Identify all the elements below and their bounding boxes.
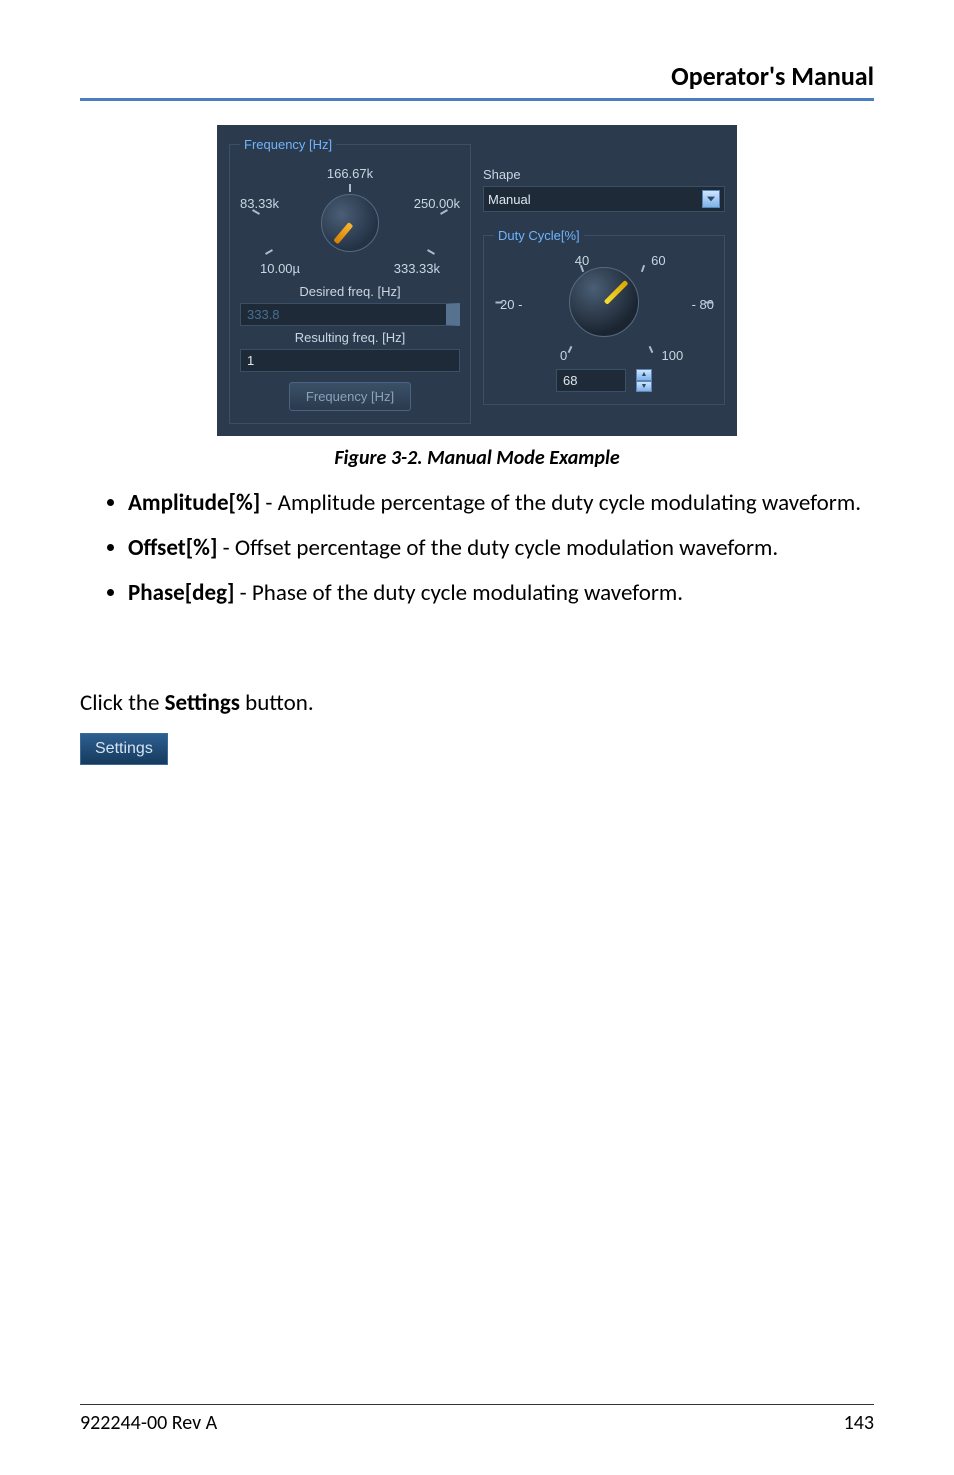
gauge-tick-60: 60 (651, 253, 665, 268)
figure-left-column: Frequency [Hz] 166.67k 83.33k 250.00k 10… (229, 137, 471, 424)
duty-cycle-legend: Duty Cycle[%] (494, 228, 584, 243)
dial-mark-icon (427, 249, 435, 255)
gauge-mark-icon (706, 302, 713, 304)
dial-tick-bottom-left: 10.00µ (260, 261, 300, 276)
frequency-dial-area: 166.67k 83.33k 250.00k 10.00µ 333.33k (240, 166, 460, 276)
dial-tick-left: 83.33k (240, 196, 279, 211)
gauge-mark-icon (567, 346, 572, 353)
settings-paragraph: Click the Settings button. (80, 689, 874, 717)
gauge-tick-20: 20 - (500, 297, 522, 312)
list-desc: - Amplitude percentage of the duty cycle… (260, 489, 861, 517)
settings-word: Settings (165, 689, 240, 717)
list-desc: - Phase of the duty cycle modulating wav… (234, 579, 683, 607)
frequency-dial[interactable] (321, 194, 379, 252)
page-header: Operator's Manual (80, 60, 874, 92)
figure-panel: Frequency [Hz] 166.67k 83.33k 250.00k 10… (217, 125, 737, 436)
frequency-button[interactable]: Frequency [Hz] (289, 382, 411, 411)
page-footer: 922244-00 Rev A 143 (80, 1404, 874, 1435)
duty-value-spinner[interactable]: ▲ ▼ (636, 369, 652, 392)
header-rule (80, 98, 874, 101)
footer-page-number: 143 (844, 1411, 874, 1435)
dial-tick-right: 250.00k (414, 196, 460, 211)
figure-right-column: Shape Manual Duty Cycle[%] 40 60 20 - - … (483, 137, 725, 424)
resulting-freq-input[interactable]: 1 (240, 349, 460, 372)
dial-mark-icon (349, 184, 351, 192)
gauge-tick-100: 100 (662, 348, 684, 363)
gauge-mark-icon (649, 346, 654, 353)
frequency-legend: Frequency [Hz] (240, 137, 336, 152)
resulting-freq-label: Resulting freq. [Hz] (240, 330, 460, 345)
duty-cycle-gauge[interactable] (569, 267, 639, 337)
shape-select[interactable]: Manual (483, 186, 725, 212)
desired-freq-label: Desired freq. [Hz] (240, 284, 460, 299)
duty-cycle-group: Duty Cycle[%] 40 60 20 - - 80 0 100 (483, 228, 725, 405)
figure-wrapper: Frequency [Hz] 166.67k 83.33k 250.00k 10… (80, 125, 874, 436)
desired-freq-input[interactable]: 333.8 (240, 303, 460, 326)
list-item: Amplitude[%] - Amplitude percentage of t… (128, 488, 874, 519)
duty-gauge-area: 40 60 20 - - 80 0 100 (494, 253, 714, 363)
figure-caption: Figure 3-2. Manual Mode Example (80, 446, 874, 470)
dial-mark-icon (265, 249, 273, 255)
footer-doc-id: 922244-00 Rev A (80, 1411, 217, 1435)
body-list: Amplitude[%] - Amplitude percentage of t… (80, 488, 874, 609)
dial-tick-bottom-right: 333.33k (394, 261, 440, 276)
duty-value-row: 68 ▲ ▼ (494, 369, 714, 392)
list-item: Offset[%] - Offset percentage of the dut… (128, 533, 874, 564)
gauge-tick-0: 0 (560, 348, 567, 363)
list-desc: - Offset percentage of the duty cycle mo… (217, 534, 778, 562)
list-term: Phase[deg] (128, 579, 234, 607)
gauge-mark-icon (496, 302, 503, 304)
shape-label: Shape (483, 167, 725, 182)
gauge-mark-icon (640, 265, 644, 272)
settings-suffix: button. (240, 689, 314, 717)
spinner-up-icon[interactable]: ▲ (636, 369, 652, 381)
duty-value-input[interactable]: 68 (556, 369, 626, 392)
settings-button[interactable]: Settings (80, 733, 168, 765)
list-item: Phase[deg] - Phase of the duty cycle mod… (128, 578, 874, 609)
list-term: Offset[%] (128, 534, 217, 562)
dial-tick-top: 166.67k (327, 166, 373, 181)
chevron-down-icon[interactable] (702, 190, 720, 208)
shape-select-value: Manual (488, 192, 531, 207)
frequency-group: Frequency [Hz] 166.67k 83.33k 250.00k 10… (229, 137, 471, 424)
settings-prefix: Click the (80, 689, 165, 717)
spinner-down-icon[interactable]: ▼ (636, 381, 652, 393)
list-term: Amplitude[%] (128, 489, 260, 517)
gauge-tick-80: - 80 (692, 297, 714, 312)
